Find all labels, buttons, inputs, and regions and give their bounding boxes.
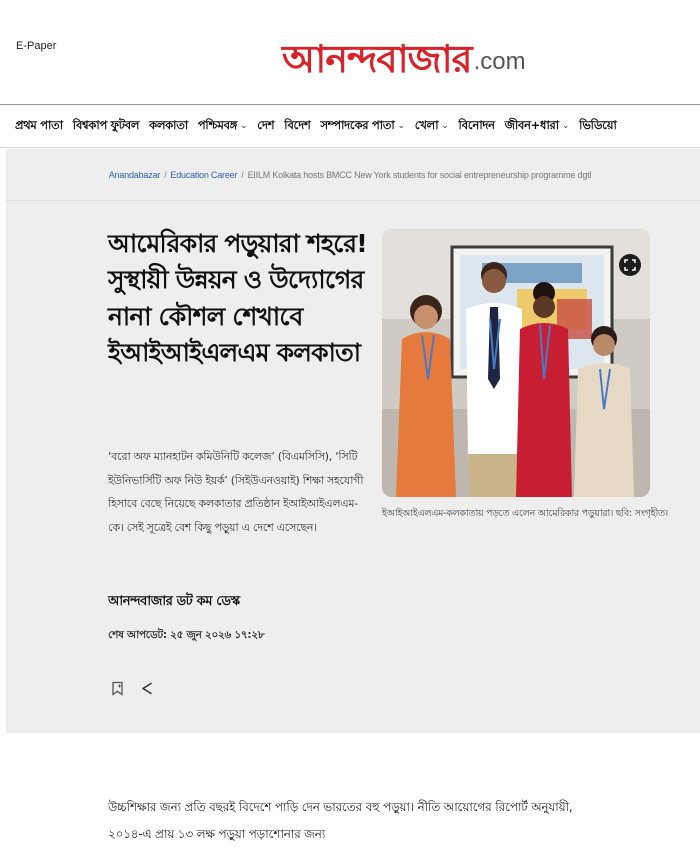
site-logo[interactable]: আনন্দবাজার .com (282, 18, 526, 78)
chevron-down-icon: ⌄ (441, 121, 449, 131)
nav-item-westbengal[interactable]: পশ্চিমবঙ্গ ⌄ (197, 117, 248, 136)
nav-item-label: বিশ্বকাপ ফুটবল (72, 117, 140, 132)
nav-item-label: দেশ (257, 117, 275, 132)
main-nav: প্রথম পাতা বিশ্বকাপ ফুটবল কলকাতা পশ্চিমব… (0, 104, 700, 148)
article-image[interactable] (382, 229, 650, 497)
nav-item-video[interactable]: ভিডিয়ো (579, 117, 617, 136)
nav-item-kolkata[interactable]: কলকাতা (149, 117, 188, 136)
nav-item-label: ভিডিয়ো (579, 117, 617, 132)
nav-item-label: পশ্চিমবঙ্গ (197, 117, 238, 132)
share-icon[interactable] (140, 680, 154, 696)
article-headline: আমেরিকার পড়ুয়ারা শহরে! সুস্থায়ী উন্নয… (108, 229, 368, 367)
breadcrumb-section[interactable]: Education Career (170, 170, 237, 180)
image-caption: ইআইআইএলএম-কলকাতায় পড়তে এলেন আমেরিকার প… (382, 508, 668, 519)
epaper-link[interactable]: E-Paper (16, 40, 56, 52)
nav-item-label: বিদেশ (284, 117, 311, 132)
breadcrumb-separator: / (241, 170, 244, 180)
nav-item-bidesh[interactable]: বিদেশ (284, 117, 311, 136)
nav-item-editorial[interactable]: সম্পাদকের পাতা ⌄ (320, 117, 405, 136)
divider (6, 200, 700, 201)
site-header: E-Paper আনন্দবাজার .com (0, 0, 700, 103)
article-author[interactable]: আনন্দবাজার ডট কম ডেস্ক (108, 592, 240, 613)
breadcrumb-home[interactable]: Anandabazar (109, 170, 161, 180)
nav-item-sports[interactable]: খেলা ⌄ (415, 117, 449, 136)
article-body-paragraph: উচ্চশিক্ষার জন্য প্রতি বছরই বিদেশে পাড়ি… (108, 800, 573, 841)
breadcrumb: Anandabazar / Education Career / EIILM Kolka… (0, 170, 700, 180)
chevron-down-icon: ⌄ (561, 121, 570, 131)
breadcrumb-separator: / (164, 170, 167, 180)
chevron-down-icon: ⌄ (240, 121, 248, 131)
logo-suffix: .com (473, 48, 526, 75)
nav-item-label: জীবন+ধারা (504, 117, 559, 132)
article-actions (110, 680, 154, 696)
nav-item-entertainment[interactable]: বিনোদন (458, 117, 496, 136)
nav-item-lifestyle[interactable]: জীবন+ধারা ⌄ (504, 117, 570, 136)
article-photo-illustration (382, 229, 650, 497)
nav-item-desh[interactable]: দেশ (257, 117, 274, 136)
nav-item-label: প্রথম পাতা (15, 117, 63, 132)
nav-item-label: বিনোদন (458, 117, 496, 132)
nav-item-label: খেলা (414, 117, 439, 132)
nav-item-home[interactable]: প্রথম পাতা (15, 117, 63, 136)
logo-wordmark: আনন্দবাজার (282, 36, 473, 81)
nav-item-label: সম্পাদকের পাতা (320, 117, 395, 132)
breadcrumb-current: EIILM Kolkata hosts BMCC New York studen… (247, 170, 592, 180)
expand-icon[interactable] (619, 254, 641, 276)
nav-item-worldcup[interactable]: বিশ্বকাপ ফুটবল (72, 117, 140, 136)
article-summary: ‘বরো অফ ম্যানহাটন কমিউনিটি কলেজ’ (বিএমসি… (108, 450, 364, 534)
article-updated-time: শেষ আপডেট: ২৫ জুন ২০২৬ ১৭:২৮ (108, 629, 265, 641)
chevron-down-icon: ⌄ (397, 121, 405, 131)
bookmark-icon[interactable] (110, 680, 124, 696)
nav-item-label: কলকাতা (149, 117, 188, 132)
